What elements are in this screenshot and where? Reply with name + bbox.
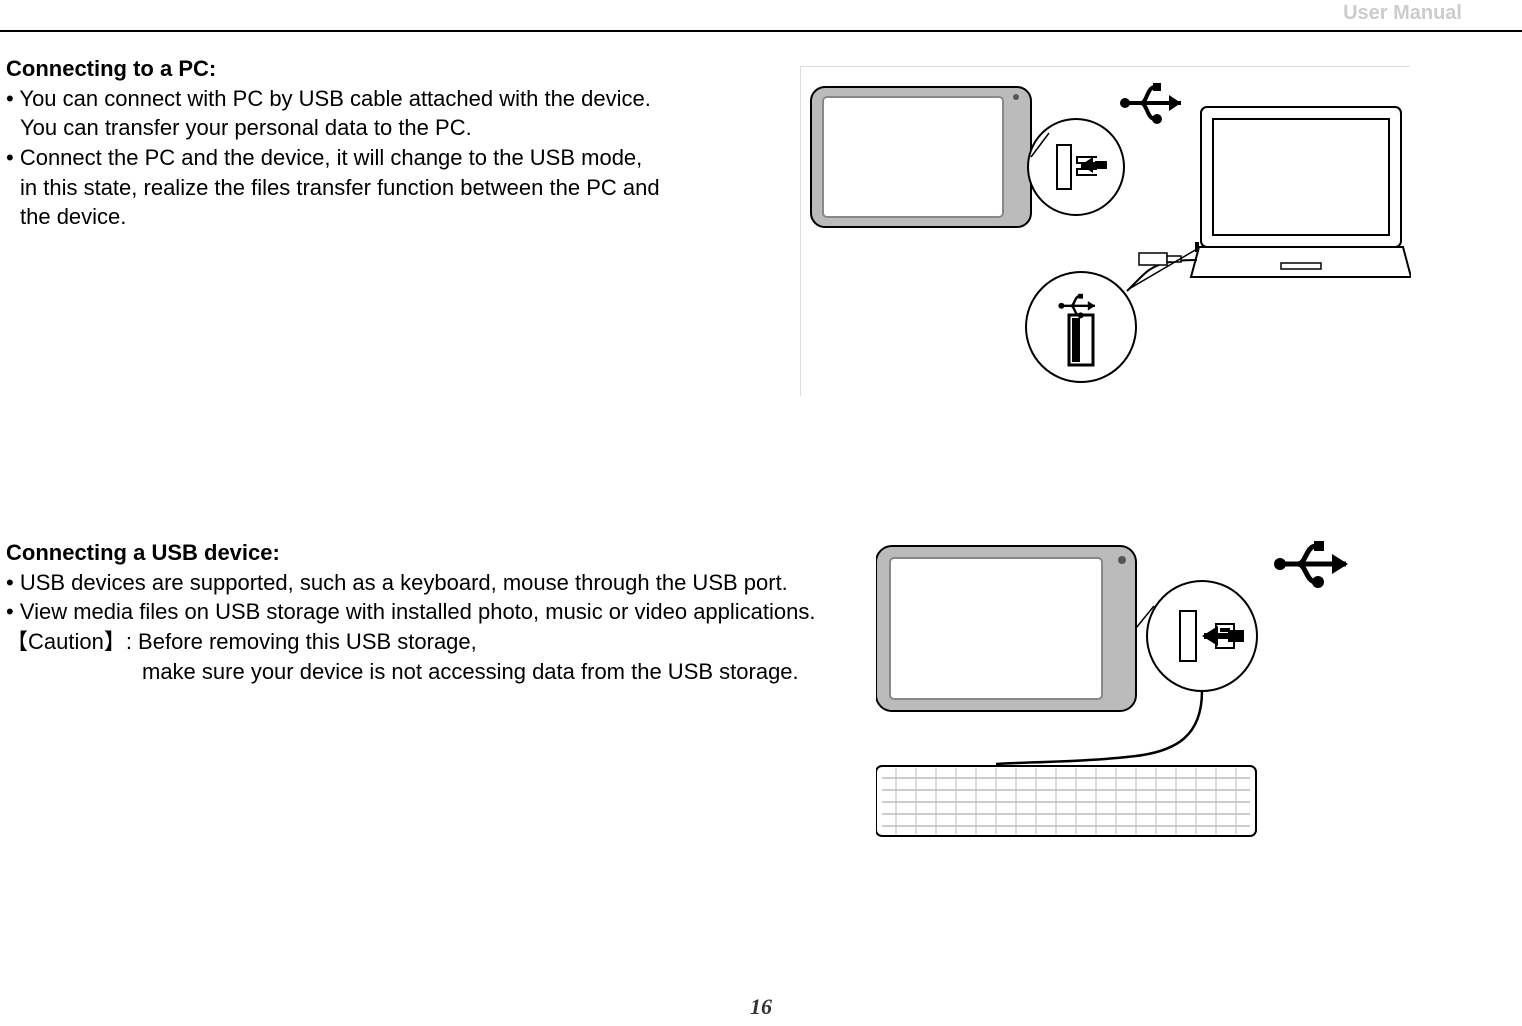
page-header: User Manual [0,0,1522,32]
section1-bullet2b: in this state, realize the files transfe… [6,173,766,203]
section-connecting-usb: Connecting a USB device: • USB devices a… [6,538,826,686]
page-number: 16 [0,994,1522,1020]
section2-bullet1: • USB devices are supported, such as a k… [6,568,826,598]
section2-caution-b: make sure your device is not accessing d… [6,657,826,687]
laptop-icon [1191,107,1411,277]
header-label: User Manual [1343,2,1462,25]
section1-heading: Connecting to a PC: [6,54,766,84]
section1-bullet1a: • You can connect with PC by USB cable a… [6,84,766,114]
usb-port-callout-icon [1147,581,1257,691]
tablet-icon [811,87,1031,227]
micro-usb-callout-icon [1028,119,1124,215]
usb-a-callout-icon [1026,272,1136,382]
usb-trident-icon [1120,83,1181,124]
section-connecting-pc: Connecting to a PC: • You can connect wi… [6,54,766,232]
illustration-usb-device [876,536,1376,846]
tablet-icon [876,546,1136,711]
illustration-pc-connection [800,66,1410,396]
section1-bullet2c: the device. [6,202,766,232]
usb-trident-icon [1274,541,1348,588]
keyboard-icon [876,766,1256,836]
section1-bullet1b: You can transfer your personal data to t… [6,113,766,143]
section2-caution-a: 【Caution】: Before removing this USB stor… [6,627,826,657]
section2-bullet2: • View media files on USB storage with i… [6,597,826,627]
section2-heading: Connecting a USB device: [6,538,826,568]
section1-bullet2a: • Connect the PC and the device, it will… [6,143,766,173]
